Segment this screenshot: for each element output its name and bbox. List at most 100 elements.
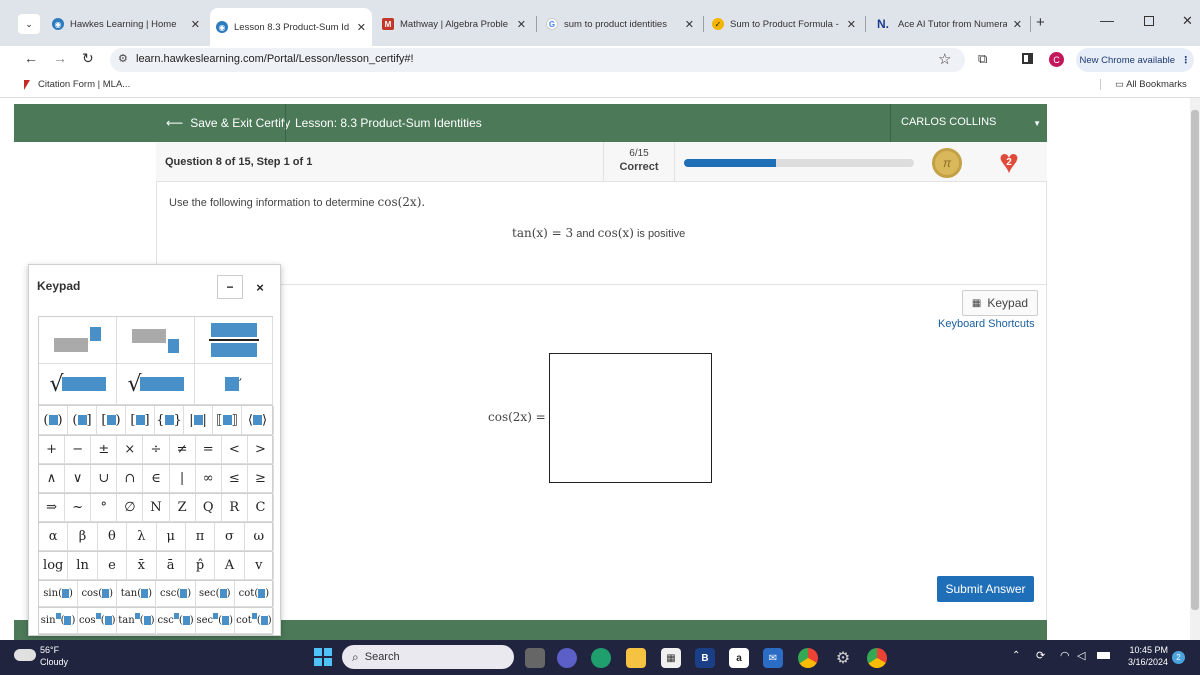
misc-key[interactable]: ln (68, 552, 98, 580)
ops-key[interactable]: = (195, 436, 222, 464)
square-bracket-key[interactable]: [] (126, 406, 155, 435)
save-exit-button[interactable]: ⟵ Save & Exit Certify (166, 104, 290, 142)
nth-root-key[interactable]: √ (117, 364, 195, 405)
greek-key[interactable]: σ (215, 523, 245, 551)
set-key[interactable]: | (169, 465, 196, 493)
square-root-key[interactable]: √ (39, 364, 117, 405)
num-key[interactable]: ∅ (117, 494, 144, 522)
num-key[interactable]: ° (91, 494, 118, 522)
battery-icon[interactable] (1097, 652, 1110, 659)
half-open-bracket-key[interactable]: (] (68, 406, 97, 435)
wifi-icon[interactable]: ◠ (1060, 649, 1070, 662)
bookmark-citation[interactable]: Citation Form | MLA... (24, 79, 130, 90)
inverse-trig-key[interactable]: sin() (39, 608, 79, 634)
inverse-trig-key[interactable]: cot() (234, 608, 274, 634)
trig-key[interactable]: csc() (156, 581, 196, 607)
num-key[interactable]: ⇒ (39, 494, 66, 522)
half-open-bracket-left-key[interactable]: [) (97, 406, 126, 435)
keypad-panel[interactable]: Keypad − × √ √ ′ () (] [) [] {} | | ⟦ ⟧ ⟨ ⟩… (28, 264, 281, 636)
misc-key[interactable]: A (215, 552, 245, 580)
chrome-icon[interactable] (798, 648, 818, 668)
volume-icon[interactable]: ◁ (1077, 649, 1085, 662)
store-icon[interactable]: ▦ (661, 648, 681, 668)
misc-key[interactable]: p̂ (185, 552, 216, 580)
tab-lesson[interactable]: ◉ Lesson 8.3 Product-Sum Id ✕ (210, 8, 372, 46)
trig-key[interactable]: sin() (39, 581, 79, 607)
tray-sync-icon[interactable]: ⟳ (1036, 649, 1045, 662)
ops-key[interactable]: ÷ (143, 436, 170, 464)
file-explorer-icon[interactable] (626, 648, 646, 668)
chrome-profile-icon[interactable] (867, 648, 887, 668)
settings-gear-icon[interactable]: ⚙ (833, 648, 853, 668)
tab-search-button[interactable]: ⌄ (18, 14, 40, 34)
clock-date[interactable]: 3/16/2024 (1118, 657, 1168, 667)
misc-key[interactable]: ā (156, 552, 186, 580)
greek-key[interactable]: β (68, 523, 98, 551)
set-key[interactable]: ≥ (247, 465, 274, 493)
set-key[interactable]: ∈ (143, 465, 170, 493)
weather-cloud-icon[interactable] (14, 649, 36, 661)
num-key[interactable]: R (221, 494, 248, 522)
inverse-trig-key[interactable]: tan() (117, 608, 157, 634)
set-key[interactable]: ∧ (39, 465, 66, 493)
angle-bracket-key[interactable]: ⟨ ⟩ (242, 406, 274, 435)
tab-sum-to-product[interactable]: ✓ Sum to Product Formula - ✕ (706, 8, 862, 40)
page-scrollbar[interactable] (1190, 98, 1200, 640)
set-key[interactable]: ∨ (65, 465, 92, 493)
absolute-value-key[interactable]: | | (184, 406, 213, 435)
trig-key[interactable]: cot() (234, 581, 274, 607)
greek-key[interactable]: α (39, 523, 69, 551)
clock-time[interactable]: 10:45 PM (1120, 645, 1168, 655)
ops-key[interactable]: ± (91, 436, 118, 464)
ops-key[interactable]: − (65, 436, 92, 464)
set-key[interactable]: ≤ (221, 465, 248, 493)
bookmark-star-icon[interactable]: ☆ (938, 50, 951, 68)
num-key[interactable]: C (247, 494, 274, 522)
tab-ace-tutor[interactable]: N. Ace AI Tutor from Numera ✕ (868, 8, 1028, 40)
chrome-update-button[interactable]: New Chrome available ⋮ (1076, 48, 1194, 72)
trig-key[interactable]: tan() (117, 581, 157, 607)
tab-close-icon[interactable]: ✕ (191, 18, 200, 31)
misc-key[interactable]: v (244, 552, 274, 580)
coin-icon[interactable]: π (932, 148, 962, 178)
tab-close-icon[interactable]: ✕ (847, 18, 856, 31)
keypad-toggle-button[interactable]: ▦ Keypad (962, 290, 1038, 316)
greek-key[interactable]: π (185, 523, 216, 551)
keyboard-shortcuts-link[interactable]: Keyboard Shortcuts (938, 318, 1035, 330)
greek-key[interactable]: λ (127, 523, 157, 551)
trig-key[interactable]: cos() (78, 581, 118, 607)
tray-chevron-icon[interactable]: ⌃ (1012, 650, 1020, 661)
user-menu[interactable]: CARLOS COLLINS ▼ (901, 116, 1041, 128)
reload-icon[interactable]: ↻ (82, 50, 94, 67)
tab-hawkes-home[interactable]: ◉ Hawkes Learning | Home ✕ (46, 8, 206, 40)
exponent-key[interactable] (39, 317, 117, 364)
ops-key[interactable]: × (117, 436, 144, 464)
extensions-icon[interactable]: ⧉ (978, 51, 987, 67)
all-bookmarks[interactable]: ▭ All Bookmarks (1100, 79, 1187, 90)
prime-key[interactable]: ′ (195, 364, 273, 405)
ops-key[interactable]: > (247, 436, 274, 464)
inverse-trig-key[interactable]: sec() (195, 608, 235, 634)
url-bar[interactable]: ⚙ learn.hawkeslearning.com/Portal/Lesson… (110, 48, 965, 72)
num-key[interactable]: N (143, 494, 170, 522)
curly-brace-key[interactable]: {} (155, 406, 184, 435)
keypad-minimize-button[interactable]: − (217, 275, 243, 299)
tab-google-search[interactable]: G sum to product identities ✕ (540, 8, 700, 40)
num-key[interactable]: ~ (65, 494, 92, 522)
double-bracket-key[interactable]: ⟦ ⟧ (213, 406, 242, 435)
lives-heart-icon[interactable]: ♥ 2 (992, 145, 1026, 179)
parentheses-key[interactable]: () (39, 406, 68, 435)
taskbar-search[interactable]: ⌕ Search (342, 645, 514, 669)
set-key[interactable]: ∪ (91, 465, 118, 493)
window-maximize-icon[interactable] (1144, 16, 1154, 26)
mail-app-icon[interactable]: ✉ (763, 648, 783, 668)
side-panel-icon[interactable] (1022, 53, 1033, 64)
keypad-close-button[interactable]: × (247, 275, 273, 299)
num-key[interactable]: Z (169, 494, 196, 522)
answer-input[interactable] (549, 353, 712, 483)
back-arrow-icon[interactable]: ← (24, 50, 38, 66)
set-key[interactable]: ∞ (195, 465, 222, 493)
window-minimize-icon[interactable]: — (1100, 12, 1114, 28)
trig-key[interactable]: sec() (195, 581, 235, 607)
new-tab-plus-icon[interactable]: + (1036, 14, 1045, 31)
